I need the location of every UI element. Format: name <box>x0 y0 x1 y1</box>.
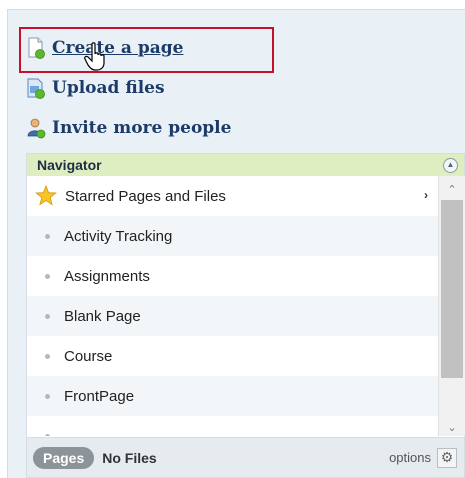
chevron-right-icon[interactable]: › <box>424 188 428 202</box>
nav-item-partial[interactable] <box>27 416 438 436</box>
bullet-icon <box>45 273 50 279</box>
create-page-label: Create a page <box>52 38 184 58</box>
navigator-title: Navigator <box>37 157 102 173</box>
invite-people-label: Invite more people <box>52 118 232 138</box>
star-icon <box>35 184 57 207</box>
nav-item-label: Activity Tracking <box>64 227 173 245</box>
nav-item-assignments[interactable]: Assignments <box>27 256 438 296</box>
nav-item-label: FrontPage <box>64 387 135 405</box>
tab-pages[interactable]: Pages <box>33 446 95 469</box>
navigator-footer: Pages No Files options ⚙ <box>27 437 464 477</box>
nav-item-label: Course <box>64 347 113 365</box>
hand-cursor-icon <box>84 42 108 72</box>
navigator-scrollbar[interactable]: ⌃ ⌄ <box>438 176 465 436</box>
tab-files[interactable]: No Files <box>102 450 156 466</box>
nav-item-label: Blank Page <box>64 307 141 325</box>
nav-item-activity-tracking[interactable]: Activity Tracking <box>27 216 438 256</box>
upload-files-label: Upload files <box>52 78 165 98</box>
navigator-panel: Navigator ▲ Starred Pages and Files › Ac… <box>26 153 465 478</box>
upload-files-link[interactable]: Upload files <box>26 76 165 100</box>
nav-item-label: Starred Pages and Files <box>65 187 226 205</box>
nav-item-blank-page[interactable]: Blank Page <box>27 296 438 336</box>
bullet-icon <box>45 353 50 359</box>
add-user-icon <box>26 117 46 139</box>
bullet-icon <box>45 433 50 436</box>
new-page-icon <box>26 37 46 59</box>
options-link[interactable]: options <box>389 450 431 465</box>
collapse-icon[interactable]: ▲ <box>443 157 458 173</box>
nav-item-course[interactable]: Course <box>27 336 438 376</box>
gear-icon[interactable]: ⚙ <box>437 447 457 468</box>
scroll-up-icon[interactable]: ⌃ <box>439 180 465 198</box>
bullet-icon <box>45 393 50 399</box>
navigator-list: Starred Pages and Files › Activity Track… <box>27 176 438 436</box>
navigator-header[interactable]: Navigator ▲ <box>27 154 464 176</box>
bullet-icon <box>45 313 50 319</box>
nav-item-label: Assignments <box>64 267 150 285</box>
upload-file-icon <box>26 77 46 99</box>
nav-item-frontpage[interactable]: FrontPage <box>27 376 438 416</box>
bullet-icon <box>45 233 50 239</box>
scroll-down-icon[interactable]: ⌄ <box>439 418 465 436</box>
nav-item-starred[interactable]: Starred Pages and Files › <box>27 176 438 216</box>
scroll-thumb[interactable] <box>441 200 463 378</box>
invite-people-link[interactable]: Invite more people <box>26 116 231 140</box>
